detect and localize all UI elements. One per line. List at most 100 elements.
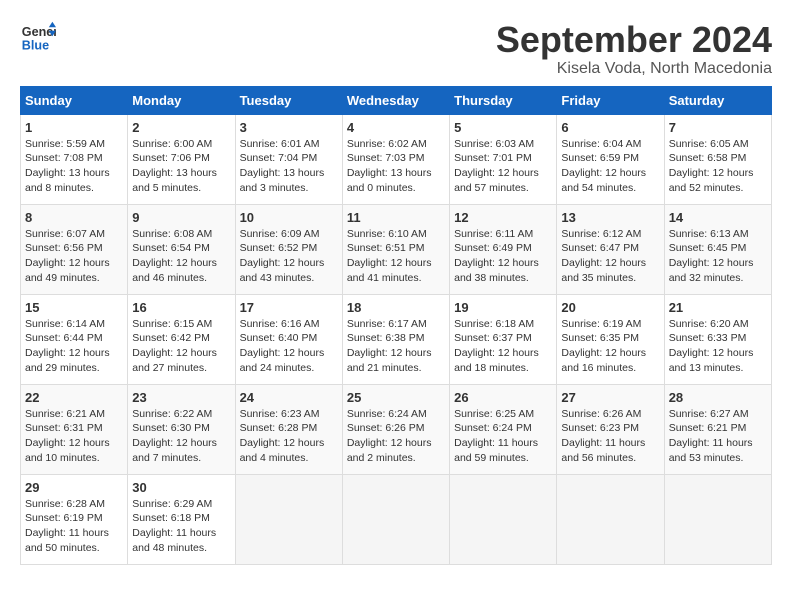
header-cell-wednesday: Wednesday <box>342 86 449 114</box>
day-number: 7 <box>669 120 767 135</box>
calendar-cell <box>664 474 771 564</box>
day-info: Sunrise: 6:18 AMSunset: 6:37 PMDaylight:… <box>454 317 552 376</box>
calendar-cell: 19 Sunrise: 6:18 AMSunset: 6:37 PMDayligh… <box>450 294 557 384</box>
day-number: 16 <box>132 300 230 315</box>
day-info: Sunrise: 6:05 AMSunset: 6:58 PMDaylight:… <box>669 137 767 196</box>
day-number: 4 <box>347 120 445 135</box>
calendar-cell: 3 Sunrise: 6:01 AMSunset: 7:04 PMDaylight… <box>235 114 342 204</box>
calendar-cell: 20 Sunrise: 6:19 AMSunset: 6:35 PMDayligh… <box>557 294 664 384</box>
day-number: 11 <box>347 210 445 225</box>
day-number: 6 <box>561 120 659 135</box>
day-info: Sunrise: 6:13 AMSunset: 6:45 PMDaylight:… <box>669 227 767 286</box>
calendar-cell <box>450 474 557 564</box>
day-info: Sunrise: 6:08 AMSunset: 6:54 PMDaylight:… <box>132 227 230 286</box>
calendar-cell: 29 Sunrise: 6:28 AMSunset: 6:19 PMDayligh… <box>21 474 128 564</box>
calendar-cell: 15 Sunrise: 6:14 AMSunset: 6:44 PMDayligh… <box>21 294 128 384</box>
day-number: 1 <box>25 120 123 135</box>
day-info: Sunrise: 6:22 AMSunset: 6:30 PMDaylight:… <box>132 407 230 466</box>
calendar-cell: 7 Sunrise: 6:05 AMSunset: 6:58 PMDaylight… <box>664 114 771 204</box>
day-info: Sunrise: 6:11 AMSunset: 6:49 PMDaylight:… <box>454 227 552 286</box>
day-info: Sunrise: 6:16 AMSunset: 6:40 PMDaylight:… <box>240 317 338 376</box>
day-info: Sunrise: 6:17 AMSunset: 6:38 PMDaylight:… <box>347 317 445 376</box>
header-cell-tuesday: Tuesday <box>235 86 342 114</box>
location-subtitle: Kisela Voda, North Macedonia <box>496 60 772 78</box>
day-number: 28 <box>669 390 767 405</box>
header-row: SundayMondayTuesdayWednesdayThursdayFrid… <box>21 86 772 114</box>
day-info: Sunrise: 6:19 AMSunset: 6:35 PMDaylight:… <box>561 317 659 376</box>
calendar-cell: 14 Sunrise: 6:13 AMSunset: 6:45 PMDayligh… <box>664 204 771 294</box>
day-info: Sunrise: 6:25 AMSunset: 6:24 PMDaylight:… <box>454 407 552 466</box>
header-cell-saturday: Saturday <box>664 86 771 114</box>
day-info: Sunrise: 6:00 AMSunset: 7:06 PMDaylight:… <box>132 137 230 196</box>
day-info: Sunrise: 6:03 AMSunset: 7:01 PMDaylight:… <box>454 137 552 196</box>
calendar-cell: 8 Sunrise: 6:07 AMSunset: 6:56 PMDaylight… <box>21 204 128 294</box>
calendar-cell: 18 Sunrise: 6:17 AMSunset: 6:38 PMDayligh… <box>342 294 449 384</box>
day-number: 13 <box>561 210 659 225</box>
calendar-cell: 16 Sunrise: 6:15 AMSunset: 6:42 PMDayligh… <box>128 294 235 384</box>
calendar-body: 1Sunrise: 5:59 AMSunset: 7:08 PMDaylight… <box>21 114 772 564</box>
header-cell-thursday: Thursday <box>450 86 557 114</box>
day-info: Sunrise: 6:26 AMSunset: 6:23 PMDaylight:… <box>561 407 659 466</box>
day-info: Sunrise: 6:21 AMSunset: 6:31 PMDaylight:… <box>25 407 123 466</box>
day-number: 20 <box>561 300 659 315</box>
day-info: Sunrise: 6:15 AMSunset: 6:42 PMDaylight:… <box>132 317 230 376</box>
day-info: Sunrise: 6:28 AMSunset: 6:19 PMDaylight:… <box>25 497 123 556</box>
day-number: 8 <box>25 210 123 225</box>
day-number: 26 <box>454 390 552 405</box>
calendar-cell: 24Sunrise: 6:23 AMSunset: 6:28 PMDayligh… <box>235 384 342 474</box>
calendar-cell <box>557 474 664 564</box>
logo-icon: General Blue <box>20 20 56 56</box>
day-number: 21 <box>669 300 767 315</box>
calendar-cell: 9Sunrise: 6:08 AMSunset: 6:54 PMDaylight… <box>128 204 235 294</box>
day-number: 12 <box>454 210 552 225</box>
day-number: 27 <box>561 390 659 405</box>
day-number: 30 <box>132 480 230 495</box>
calendar-cell: 10 Sunrise: 6:09 AMSunset: 6:52 PMDayligh… <box>235 204 342 294</box>
day-number: 23 <box>132 390 230 405</box>
calendar-week-5: 29 Sunrise: 6:28 AMSunset: 6:19 PMDayligh… <box>21 474 772 564</box>
day-info: Sunrise: 6:29 AMSunset: 6:18 PMDaylight:… <box>132 497 230 556</box>
calendar-week-3: 15 Sunrise: 6:14 AMSunset: 6:44 PMDayligh… <box>21 294 772 384</box>
day-number: 5 <box>454 120 552 135</box>
calendar-cell: 12 Sunrise: 6:11 AMSunset: 6:49 PMDayligh… <box>450 204 557 294</box>
day-info: Sunrise: 6:01 AMSunset: 7:04 PMDaylight:… <box>240 137 338 196</box>
svg-text:Blue: Blue <box>22 39 49 53</box>
day-info: Sunrise: 6:14 AMSunset: 6:44 PMDaylight:… <box>25 317 123 376</box>
page-header: General Blue September 2024 Kisela Voda,… <box>20 20 772 78</box>
logo: General Blue <box>20 20 56 56</box>
calendar-cell: 30 Sunrise: 6:29 AMSunset: 6:18 PMDayligh… <box>128 474 235 564</box>
calendar-week-1: 1Sunrise: 5:59 AMSunset: 7:08 PMDaylight… <box>21 114 772 204</box>
day-info: Sunrise: 6:04 AMSunset: 6:59 PMDaylight:… <box>561 137 659 196</box>
day-number: 15 <box>25 300 123 315</box>
calendar-cell: 28 Sunrise: 6:27 AMSunset: 6:21 PMDayligh… <box>664 384 771 474</box>
day-number: 19 <box>454 300 552 315</box>
header-cell-monday: Monday <box>128 86 235 114</box>
calendar-cell: 4 Sunrise: 6:02 AMSunset: 7:03 PMDaylight… <box>342 114 449 204</box>
month-title: September 2024 <box>496 20 772 60</box>
day-number: 18 <box>347 300 445 315</box>
day-info: Sunrise: 6:07 AMSunset: 6:56 PMDaylight:… <box>25 227 123 286</box>
day-info: Sunrise: 6:02 AMSunset: 7:03 PMDaylight:… <box>347 137 445 196</box>
day-number: 22 <box>25 390 123 405</box>
day-number: 3 <box>240 120 338 135</box>
calendar-cell: 17Sunrise: 6:16 AMSunset: 6:40 PMDayligh… <box>235 294 342 384</box>
header-cell-sunday: Sunday <box>21 86 128 114</box>
calendar-cell: 21Sunrise: 6:20 AMSunset: 6:33 PMDayligh… <box>664 294 771 384</box>
calendar-cell: 13Sunrise: 6:12 AMSunset: 6:47 PMDayligh… <box>557 204 664 294</box>
day-number: 10 <box>240 210 338 225</box>
day-info: Sunrise: 6:09 AMSunset: 6:52 PMDaylight:… <box>240 227 338 286</box>
day-info: Sunrise: 6:10 AMSunset: 6:51 PMDaylight:… <box>347 227 445 286</box>
calendar-week-2: 8 Sunrise: 6:07 AMSunset: 6:56 PMDaylight… <box>21 204 772 294</box>
calendar-cell: 1Sunrise: 5:59 AMSunset: 7:08 PMDaylight… <box>21 114 128 204</box>
day-number: 25 <box>347 390 445 405</box>
calendar-cell: 27 Sunrise: 6:26 AMSunset: 6:23 PMDayligh… <box>557 384 664 474</box>
calendar-cell: 5 Sunrise: 6:03 AMSunset: 7:01 PMDaylight… <box>450 114 557 204</box>
day-number: 29 <box>25 480 123 495</box>
calendar-cell: 25 Sunrise: 6:24 AMSunset: 6:26 PMDayligh… <box>342 384 449 474</box>
calendar-cell: 26 Sunrise: 6:25 AMSunset: 6:24 PMDayligh… <box>450 384 557 474</box>
calendar-cell: 23 Sunrise: 6:22 AMSunset: 6:30 PMDayligh… <box>128 384 235 474</box>
day-number: 2 <box>132 120 230 135</box>
day-info: Sunrise: 6:24 AMSunset: 6:26 PMDaylight:… <box>347 407 445 466</box>
day-number: 14 <box>669 210 767 225</box>
day-info: Sunrise: 6:27 AMSunset: 6:21 PMDaylight:… <box>669 407 767 466</box>
